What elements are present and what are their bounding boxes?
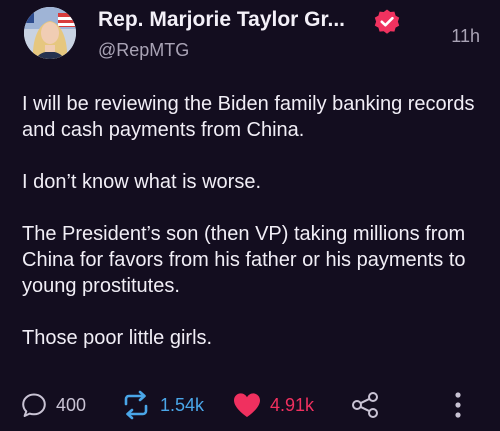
action-bar: 400 1.54k 4.91k	[20, 388, 480, 422]
timestamp[interactable]: 11h	[451, 26, 480, 47]
heart-icon	[234, 393, 260, 417]
more-options-icon	[455, 392, 461, 418]
tweet-header: Rep. Marjorie Taylor Gr... @RepMTG 11h	[98, 8, 480, 64]
more-options-button[interactable]	[452, 388, 464, 422]
tweet-paragraph: I will be reviewing the Biden family ban…	[22, 93, 475, 141]
repost-button[interactable]: 1.54k	[120, 388, 204, 422]
like-button[interactable]: 4.91k	[232, 388, 314, 422]
handle[interactable]: @RepMTG	[98, 40, 189, 61]
verified-badge-icon	[373, 8, 401, 36]
display-name[interactable]: Rep. Marjorie Taylor Gr...	[98, 8, 345, 32]
repost-count: 1.54k	[160, 394, 205, 415]
tweet-paragraph: I don’t know what is worse.	[22, 171, 261, 193]
reply-button[interactable]: 400	[20, 388, 86, 422]
tweet-paragraph: Those poor little girls.	[22, 327, 213, 349]
share-icon	[352, 392, 378, 418]
repost-icon	[124, 390, 148, 420]
avatar-image	[24, 7, 76, 59]
share-button[interactable]	[350, 388, 380, 422]
reply-count: 400	[56, 394, 87, 415]
tweet-text: I will be reviewing the Biden family ban…	[22, 91, 492, 377]
like-count: 4.91k	[270, 394, 315, 415]
avatar[interactable]	[24, 7, 76, 59]
reply-icon	[22, 393, 46, 417]
tweet-paragraph: The President’s son (then VP) taking mil…	[22, 223, 466, 297]
